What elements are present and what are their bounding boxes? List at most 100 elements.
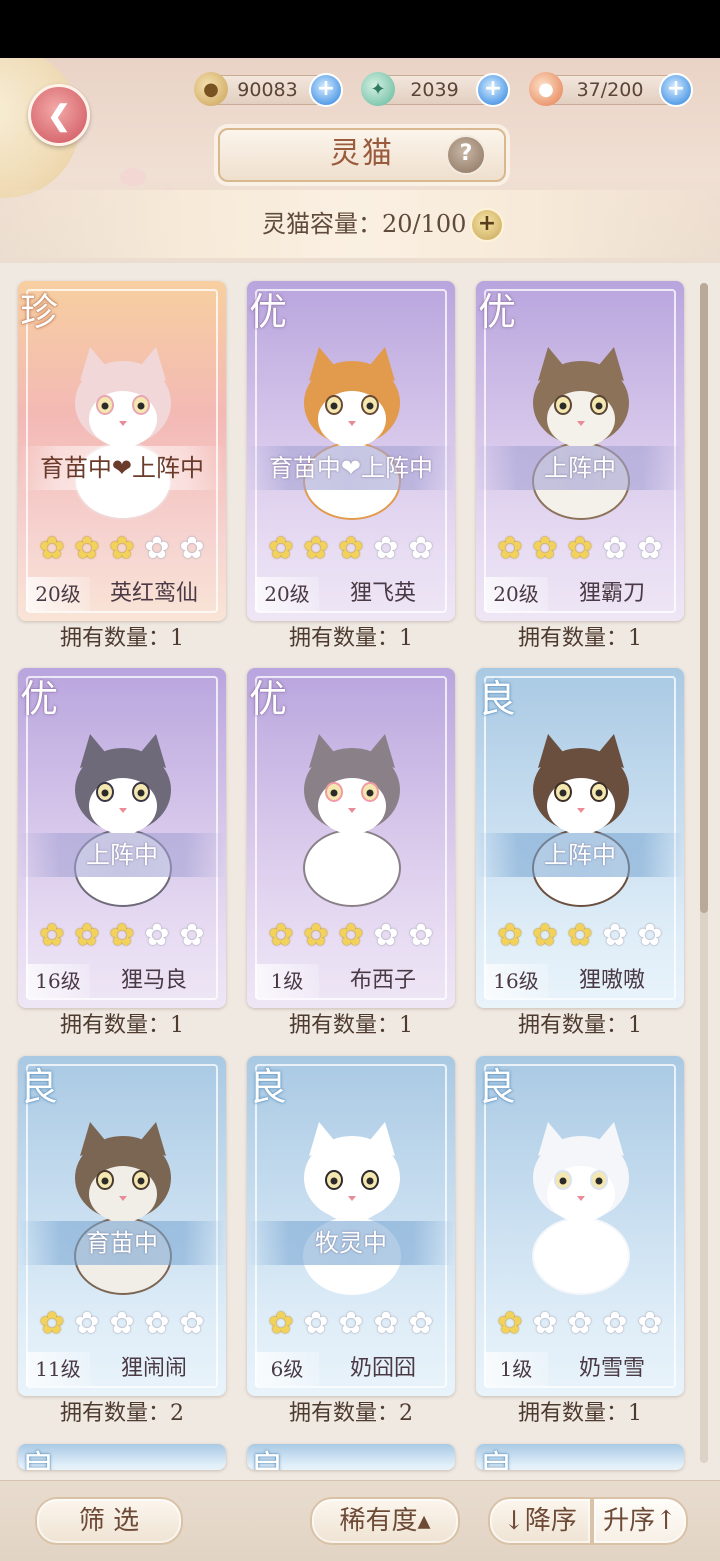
status-text: 上阵中 [544,454,616,482]
cat-card[interactable]: 珍育苗中❤上阵中 ✿ ✿ ✿ ✿ ✿ 20级 英红鸾仙 [18,281,226,621]
paw-coin-value: 90083 [237,79,298,101]
star-rating: ✿ ✿ ✿ ✿ ✿ [494,920,666,954]
level-badge: 16级 [484,964,548,998]
cat-name: 英红鸾仙 [109,581,198,606]
cat-portrait [303,347,401,520]
back-button[interactable]: ❮ [28,84,90,146]
level-badge: 1级 [484,1352,548,1386]
status-banner: 牧灵中 [247,1221,455,1265]
star-filled-icon: ✿ [109,918,135,953]
filter-button[interactable]: 筛 选 [35,1497,183,1545]
cat-card[interactable]: 优育苗中❤上阵中 ✿ ✿ ✿ ✿ ✿ 20级 狸飞英 [247,281,455,621]
status-banner: 上阵中 [18,833,226,877]
star-filled-icon: ✿ [268,1306,294,1341]
level-badge: 11级 [26,1352,90,1386]
food-value: 37/200 [576,79,644,101]
star-filled-icon: ✿ [109,531,135,566]
star-filled-icon: ✿ [39,531,65,566]
cat-card[interactable]: 良上阵中 ✿ ✿ ✿ ✿ ✿ 16级 狸嗷嗷 [476,668,684,1008]
star-empty-icon: ✿ [373,531,399,566]
fish-icon: ✦ [361,72,395,106]
cat-card[interactable]: 优上阵中 ✿ ✿ ✿ ✿ ✿ 20级 狸霸刀 [476,281,684,621]
cat-portrait [303,1122,401,1295]
help-button[interactable]: ? [446,135,486,175]
star-empty-icon: ✿ [373,918,399,953]
cat-card[interactable]: 良牧灵中 ✿ ✿ ✿ ✿ ✿ 6级 奶囧囧 [247,1056,455,1396]
level-badge: 16级 [26,964,90,998]
star-filled-icon: ✿ [74,531,100,566]
star-filled-icon: ✿ [497,918,523,953]
cat-name: 狸嗷嗷 [578,968,645,993]
star-filled-icon: ✿ [39,1306,65,1341]
sort-rarity-button[interactable]: 稀有度▴ [310,1497,460,1545]
status-banner: 育苗中 [18,1221,226,1265]
level-badge: 1级 [255,964,319,998]
status-text: 牧灵中 [315,1229,387,1257]
star-filled-icon: ✿ [567,918,593,953]
star-empty-icon: ✿ [637,531,663,566]
star-filled-icon: ✿ [497,531,523,566]
fish-value: 2039 [410,79,459,101]
star-filled-icon: ✿ [567,531,593,566]
star-empty-icon: ✿ [408,1306,434,1341]
scrollbar-thumb[interactable] [700,283,708,913]
cat-card-partial[interactable]: 良 [18,1444,226,1470]
add-food-button[interactable]: + [659,73,693,107]
star-empty-icon: ✿ [373,1306,399,1341]
star-rating: ✿ ✿ ✿ ✿ ✿ [265,533,437,567]
star-rating: ✿ ✿ ✿ ✿ ✿ [265,920,437,954]
add-fish-button[interactable]: + [476,73,510,107]
resource-paw-coin: ● 90083 + [194,72,343,107]
star-rating: ✿ ✿ ✿ ✿ ✿ [494,1308,666,1342]
cat-portrait [532,347,630,520]
sort-ascending-button[interactable]: 升序↑ [592,1497,688,1545]
resource-fish: ✦ 2039 + [361,72,510,107]
star-empty-icon: ✿ [109,1306,135,1341]
star-empty-icon: ✿ [179,1306,205,1341]
star-empty-icon: ✿ [637,918,663,953]
cat-card[interactable]: 优 ✿ ✿ ✿ ✿ ✿ 1级 布西子 [247,668,455,1008]
sort-descending-button[interactable]: ↓降序 [488,1497,592,1545]
star-empty-icon: ✿ [567,1306,593,1341]
cat-portrait [532,734,630,907]
star-empty-icon: ✿ [602,1306,628,1341]
food-bowl-icon: ● [529,72,563,106]
star-empty-icon: ✿ [637,1306,663,1341]
owned-count: 拥有数量：1 [289,1013,413,1038]
cat-card[interactable]: 良育苗中 ✿ ✿ ✿ ✿ ✿ 11级 狸闹闹 [18,1056,226,1396]
grade-label: 良 [478,1065,517,1109]
star-rating: ✿ ✿ ✿ ✿ ✿ [36,1308,208,1342]
star-rating: ✿ ✿ ✿ ✿ ✿ [494,533,666,567]
star-empty-icon: ✿ [338,1306,364,1341]
star-empty-icon: ✿ [532,1306,558,1341]
grade-label: 优 [20,677,59,721]
grade-label: 良 [20,1065,59,1109]
cat-card-partial[interactable]: 良 [476,1444,684,1470]
star-filled-icon: ✿ [303,531,329,566]
star-filled-icon: ✿ [303,918,329,953]
add-capacity-button[interactable]: + [470,208,504,242]
star-empty-icon: ✿ [144,531,170,566]
add-paw-coin-button[interactable]: + [309,73,343,107]
star-empty-icon: ✿ [179,531,205,566]
status-banner: 上阵中 [476,446,684,490]
level-badge: 20级 [484,577,548,611]
cat-name: 布西子 [349,968,416,993]
owned-count: 拥有数量：2 [60,1401,184,1426]
cat-card[interactable]: 优上阵中 ✿ ✿ ✿ ✿ ✿ 16级 狸马良 [18,668,226,1008]
star-empty-icon: ✿ [74,1306,100,1341]
blossom-decoration [120,168,146,186]
star-empty-icon: ✿ [303,1306,329,1341]
star-empty-icon: ✿ [408,918,434,953]
status-banner: 上阵中 [476,833,684,877]
grade-label: 良 [20,1449,57,1470]
cat-card-partial[interactable]: 良 [247,1444,455,1470]
cat-portrait [532,1122,630,1295]
paw-coin-icon: ● [194,72,228,106]
grade-label: 良 [249,1449,286,1470]
cat-card[interactable]: 良 ✿ ✿ ✿ ✿ ✿ 1级 奶雪雪 [476,1056,684,1396]
star-filled-icon: ✿ [268,531,294,566]
cat-portrait [303,734,401,907]
cat-name: 狸飞英 [349,581,416,606]
star-empty-icon: ✿ [602,918,628,953]
